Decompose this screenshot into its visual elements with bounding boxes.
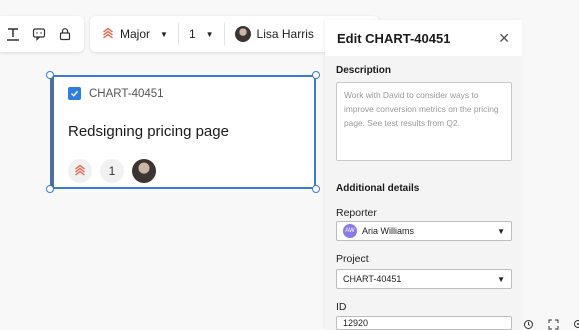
panel-header: Edit CHART-40451 ✕ xyxy=(325,20,522,56)
edit-panel: Edit CHART-40451 ✕ Description Work with… xyxy=(325,20,522,330)
chevron-down-icon: ▼ xyxy=(497,274,505,284)
estimate-badge: 1 xyxy=(100,159,124,183)
card-checkbox[interactable] xyxy=(68,87,81,100)
close-icon[interactable]: ✕ xyxy=(498,30,510,47)
priority-badge xyxy=(68,159,92,183)
assignee-dropdown[interactable]: Lisa Harris ▼ xyxy=(229,26,338,42)
priority-major-icon xyxy=(102,27,114,42)
card-key: CHART-40451 xyxy=(89,87,164,100)
id-label: ID xyxy=(336,301,347,313)
chevron-down-icon: ▼ xyxy=(160,29,168,39)
description-label: Description xyxy=(336,65,392,76)
toolbar-actions xyxy=(0,16,84,52)
additional-details-label: Additional details xyxy=(336,183,420,194)
assignee-name: Lisa Harris xyxy=(256,27,314,41)
card-toolbar: Major ▼ 1 ▼ Lisa Harris ▼ xyxy=(0,16,379,52)
project-select[interactable]: CHART-40451 ▼ xyxy=(336,269,512,289)
history-icon[interactable] xyxy=(522,318,534,330)
assignee-avatar xyxy=(234,26,251,42)
priority-dropdown[interactable]: Major ▼ xyxy=(96,27,174,42)
assignee-avatar xyxy=(132,159,156,183)
estimate-value: 1 xyxy=(188,27,196,41)
lock-icon[interactable] xyxy=(52,21,78,47)
project-label: Project xyxy=(336,253,369,265)
issue-card[interactable]: CHART-40451 Redsigning pricing page 1 xyxy=(50,75,316,189)
divider xyxy=(177,23,179,45)
panel-title: Edit CHART-40451 xyxy=(337,30,451,46)
fit-screen-icon[interactable] xyxy=(547,318,559,330)
zoom-icon[interactable] xyxy=(572,318,579,330)
comment-icon[interactable] xyxy=(26,21,52,47)
card-title: Redsigning pricing page xyxy=(68,123,229,140)
resize-handle-top-left[interactable] xyxy=(46,71,54,79)
card-footer: 1 xyxy=(68,159,156,183)
reporter-label: Reporter xyxy=(336,207,377,219)
estimate-dropdown[interactable]: 1 ▼ xyxy=(183,27,220,41)
priority-major-icon xyxy=(74,164,86,179)
card-header: CHART-40451 xyxy=(68,87,164,100)
chevron-down-icon: ▼ xyxy=(497,226,505,236)
resize-handle-bottom-right[interactable] xyxy=(312,185,320,193)
reporter-select[interactable]: AW Aria Williams ▼ xyxy=(336,221,512,241)
resize-handle-top-right[interactable] xyxy=(312,71,320,79)
text-underline-icon[interactable] xyxy=(0,21,26,47)
canvas-tools xyxy=(522,318,579,330)
reporter-avatar: AW xyxy=(343,224,357,238)
project-value: CHART-40451 xyxy=(343,274,402,284)
resize-handle-bottom-left[interactable] xyxy=(46,185,54,193)
description-textarea[interactable]: Work with David to consider ways to impr… xyxy=(336,82,512,161)
divider xyxy=(223,23,225,45)
id-field[interactable]: 12920 xyxy=(336,316,512,330)
chevron-down-icon: ▼ xyxy=(205,29,214,39)
priority-label: Major xyxy=(120,27,151,41)
reporter-name: Aria Williams xyxy=(362,226,415,236)
